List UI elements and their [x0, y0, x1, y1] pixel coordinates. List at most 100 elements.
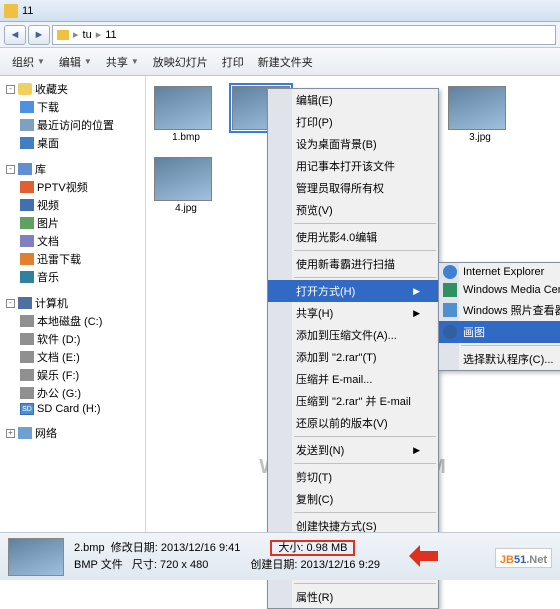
file-thumb[interactable]: 3.jpg: [448, 86, 512, 143]
sub-photo-viewer[interactable]: Windows 照片查看器: [439, 299, 560, 321]
ctx-properties[interactable]: 属性(R): [268, 586, 438, 608]
sidebar-xunlei[interactable]: 迅雷下载: [0, 250, 145, 268]
sidebar-drive-h[interactable]: SDSD Card (H:): [0, 402, 145, 416]
network-icon: [18, 427, 32, 439]
star-icon: [18, 83, 32, 95]
submenu-open-with: Internet Explorer Windows Media Center W…: [438, 262, 560, 371]
sidebar-drive-e[interactable]: 文档 (E:): [0, 348, 145, 366]
download-icon: [20, 101, 34, 113]
sidebar-drive-d[interactable]: 软件 (D:): [0, 330, 145, 348]
computer-icon: [18, 297, 32, 309]
paint-icon: [443, 325, 457, 339]
sidebar-downloads[interactable]: 下载: [0, 98, 145, 116]
sidebar-drive-f[interactable]: 娱乐 (F:): [0, 366, 145, 384]
sidebar-music[interactable]: 音乐: [0, 268, 145, 286]
status-created: 2013/12/16 9:29: [300, 559, 380, 571]
sub-wmc[interactable]: Windows Media Center: [439, 281, 560, 299]
sub-paint[interactable]: 画图: [439, 321, 560, 343]
navbar: ◄ ► ▸ tu ▸ 11: [0, 22, 560, 48]
titlebar: 11: [0, 0, 560, 22]
window-title: 11: [22, 5, 33, 17]
sidebar: -收藏夹 下载 最近访问的位置 桌面 -库 PPTV视频 视频 图片 文档 迅雷…: [0, 76, 146, 532]
ctx-edit[interactable]: 编辑(E): [268, 89, 438, 111]
tool-slideshow[interactable]: 放映幻灯片: [147, 51, 214, 73]
tool-edit[interactable]: 编辑▼: [53, 51, 98, 73]
chevron-down-icon: ▼: [131, 57, 139, 66]
ctx-take-ownership[interactable]: 管理员取得所有权: [268, 177, 438, 199]
status-text: 2.bmp 修改日期: 2013/12/16 9:41 BMP 文件 尺寸: 7…: [74, 540, 240, 573]
sidebar-computer[interactable]: -计算机: [0, 294, 145, 312]
folder-icon: [57, 30, 69, 40]
separator: [294, 223, 436, 224]
ctx-virus-scan[interactable]: 使用新毒霸进行扫描: [268, 253, 438, 275]
separator: [294, 583, 436, 584]
collapse-icon[interactable]: -: [6, 165, 15, 174]
sub-choose-default[interactable]: 选择默认程序(C)...: [439, 348, 560, 370]
breadcrumb-seg[interactable]: tu: [83, 29, 92, 41]
ctx-glow-edit[interactable]: 使用光影4.0编辑: [268, 226, 438, 248]
sidebar-pictures[interactable]: 图片: [0, 214, 145, 232]
sub-ie[interactable]: Internet Explorer: [439, 263, 560, 281]
sd-icon: SD: [20, 403, 34, 415]
ctx-add-archive[interactable]: 添加到压缩文件(A)...: [268, 324, 438, 346]
sidebar-desktop[interactable]: 桌面: [0, 134, 145, 152]
drive-icon: [20, 387, 34, 399]
sidebar-network[interactable]: +网络: [0, 424, 145, 442]
tool-print[interactable]: 打印: [216, 51, 250, 73]
separator: [294, 436, 436, 437]
collapse-icon[interactable]: -: [6, 299, 15, 308]
file-thumb[interactable]: 4.jpg: [154, 157, 218, 214]
file-thumb[interactable]: 1.bmp: [154, 86, 218, 143]
separator: [294, 250, 436, 251]
chevron-right-icon: ▶: [413, 308, 420, 319]
ctx-compress-email-named[interactable]: 压缩到 "2.rar" 并 E-mail: [268, 390, 438, 412]
sidebar-recent[interactable]: 最近访问的位置: [0, 116, 145, 134]
sidebar-drive-c[interactable]: 本地磁盘 (C:): [0, 312, 145, 330]
xunlei-icon: [20, 253, 34, 265]
sidebar-documents[interactable]: 文档: [0, 232, 145, 250]
thumb-image: [154, 86, 212, 130]
ctx-open-notepad[interactable]: 用记事本打开该文件: [268, 155, 438, 177]
ctx-cut[interactable]: 剪切(T): [268, 466, 438, 488]
ctx-share[interactable]: 共享(H)▶: [268, 302, 438, 324]
ctx-print[interactable]: 打印(P): [268, 111, 438, 133]
separator: [294, 512, 436, 513]
ctx-compress-email[interactable]: 压缩并 E-mail...: [268, 368, 438, 390]
ctx-open-with[interactable]: 打开方式(H)▶: [268, 280, 438, 302]
thumb-image: [448, 86, 506, 130]
ctx-preview[interactable]: 预览(V): [268, 199, 438, 221]
chevron-right-icon: ▸: [96, 28, 102, 41]
status-filetype: BMP 文件: [74, 559, 123, 571]
sidebar-drive-g[interactable]: 办公 (G:): [0, 384, 145, 402]
arrow-annotation-icon: [398, 547, 438, 567]
ctx-restore-previous[interactable]: 还原以前的版本(V): [268, 412, 438, 434]
status-dimensions: 720 x 480: [160, 559, 208, 571]
drive-icon: [20, 315, 34, 327]
sidebar-favorites[interactable]: -收藏夹: [0, 80, 145, 98]
collapse-icon[interactable]: -: [6, 85, 15, 94]
library-icon: [18, 163, 32, 175]
sidebar-pptv[interactable]: PPTV视频: [0, 178, 145, 196]
drive-icon: [20, 351, 34, 363]
address-bar[interactable]: ▸ tu ▸ 11: [52, 25, 556, 45]
tool-newfolder[interactable]: 新建文件夹: [252, 51, 319, 73]
back-button[interactable]: ◄: [4, 25, 26, 45]
drive-icon: [20, 369, 34, 381]
ie-icon: [443, 265, 457, 279]
document-icon: [20, 235, 34, 247]
toolbar: 组织▼ 编辑▼ 共享▼ 放映幻灯片 打印 新建文件夹: [0, 48, 560, 76]
jb51-watermark: JB51.Net: [495, 548, 552, 568]
ctx-set-background[interactable]: 设为桌面背景(B): [268, 133, 438, 155]
tool-organize[interactable]: 组织▼: [6, 51, 51, 73]
expand-icon[interactable]: +: [6, 429, 15, 438]
sidebar-videos[interactable]: 视频: [0, 196, 145, 214]
ctx-add-archive-named[interactable]: 添加到 "2.rar"(T): [268, 346, 438, 368]
status-size-highlight: 大小: 0.98 MB: [270, 540, 355, 556]
sidebar-libraries[interactable]: -库: [0, 160, 145, 178]
chevron-down-icon: ▼: [37, 57, 45, 66]
forward-button[interactable]: ►: [28, 25, 50, 45]
breadcrumb-seg[interactable]: 11: [105, 29, 116, 41]
ctx-send-to[interactable]: 发送到(N)▶: [268, 439, 438, 461]
tool-share[interactable]: 共享▼: [100, 51, 145, 73]
ctx-copy[interactable]: 复制(C): [268, 488, 438, 510]
